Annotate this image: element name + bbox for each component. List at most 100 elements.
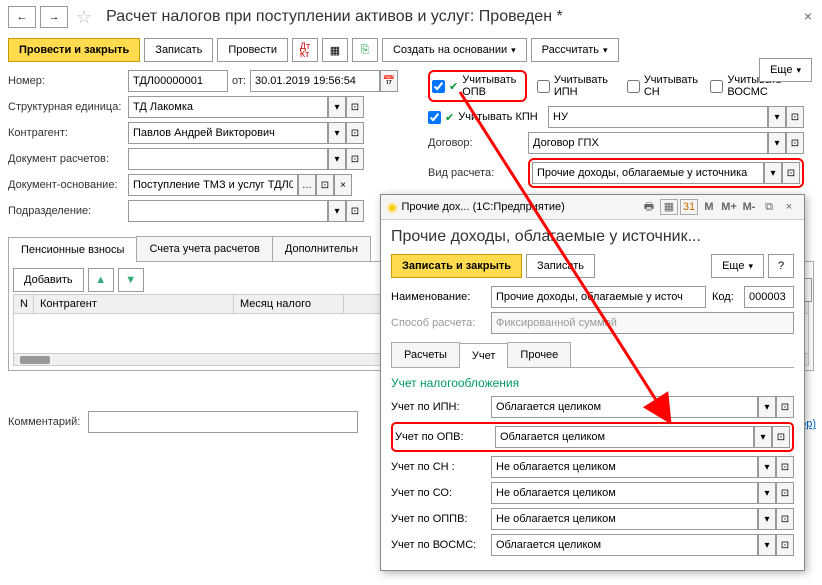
help-icon[interactable]: ? <box>768 254 794 278</box>
contract-label: Договор: <box>428 137 528 149</box>
row-so-select[interactable]: ▾ <box>758 482 776 504</box>
m-minus-icon[interactable]: M- <box>740 199 758 215</box>
checkbox-sn[interactable]: Учитывать СН <box>627 74 701 98</box>
comment-field[interactable] <box>88 411 358 433</box>
counterparty-field[interactable] <box>128 122 328 144</box>
col-counterparty: Контрагент <box>34 295 234 313</box>
forward-button[interactable]: → <box>40 6 68 28</box>
modal-more-button[interactable]: Еще <box>711 254 764 278</box>
doccalc-open-icon[interactable]: ⊡ <box>346 148 364 170</box>
close-icon[interactable]: × <box>804 8 812 24</box>
row-sn-field[interactable] <box>491 456 758 478</box>
row-vosms-field[interactable] <box>491 534 758 556</box>
date-picker-icon[interactable]: 📅 <box>380 70 398 92</box>
popout-icon[interactable]: ⧉ <box>760 199 778 215</box>
favorite-icon[interactable]: ☆ <box>76 7 92 28</box>
back-button[interactable]: ← <box>8 6 36 28</box>
row-vosms-open[interactable]: ⊡ <box>776 534 794 556</box>
row-opv-open[interactable]: ⊡ <box>772 426 790 448</box>
write-button[interactable]: Записать <box>144 38 213 62</box>
post-button[interactable]: Провести <box>217 38 288 62</box>
docbase-field[interactable] <box>128 174 298 196</box>
m-icon[interactable]: M <box>700 199 718 215</box>
docbase-clear-icon[interactable]: × <box>334 174 352 196</box>
kpn-select-icon[interactable]: ▾ <box>768 106 786 128</box>
modal-write-button[interactable]: Записать <box>526 254 595 278</box>
up-icon[interactable]: ▲ <box>88 268 114 292</box>
calctype-open-icon[interactable]: ⊡ <box>782 162 800 184</box>
modal-write-close-button[interactable]: Записать и закрыть <box>391 254 522 278</box>
modal-tab-other[interactable]: Прочее <box>507 342 571 367</box>
more-button[interactable]: Еще <box>759 58 812 82</box>
row-oppv-field[interactable] <box>491 508 758 530</box>
contract-field[interactable] <box>528 132 768 154</box>
row-sn-select[interactable]: ▾ <box>758 456 776 478</box>
doccalc-select-icon[interactable]: ▾ <box>328 148 346 170</box>
code-field[interactable] <box>744 286 794 308</box>
row-opv-field[interactable] <box>495 426 754 448</box>
date-icon[interactable]: 31 <box>680 199 698 215</box>
subdiv-open-icon[interactable]: ⊡ <box>346 200 364 222</box>
modal-window-title: Прочие дох... (1С:Предприятие) <box>401 201 564 213</box>
row-oppv-select[interactable]: ▾ <box>758 508 776 530</box>
subdiv-select-icon[interactable]: ▾ <box>328 200 346 222</box>
calctype-select-icon[interactable]: ▾ <box>764 162 782 184</box>
checkbox-kpn[interactable]: ✔Учитывать КПН <box>428 111 548 124</box>
dtkt-icon[interactable]: ДтКт <box>292 38 318 62</box>
unit-open-icon[interactable]: ⊡ <box>346 96 364 118</box>
struct-icon[interactable]: ▦ <box>322 38 348 62</box>
unit-field[interactable] <box>128 96 328 118</box>
modal-close-icon[interactable]: × <box>780 199 798 215</box>
date-field[interactable] <box>250 70 380 92</box>
down-icon[interactable]: ▼ <box>118 268 144 292</box>
unit-label: Структурная единица: <box>8 101 128 113</box>
counterparty-select-icon[interactable]: ▾ <box>328 122 346 144</box>
calctype-label: Вид расчета: <box>428 167 528 179</box>
modal-tab-acct[interactable]: Учет <box>459 343 509 368</box>
doccalc-label: Документ расчетов: <box>8 153 128 165</box>
row-ipn-field[interactable] <box>491 396 758 418</box>
method-label: Способ расчета: <box>391 317 491 329</box>
code-label: Код: <box>712 291 744 303</box>
contract-open-icon[interactable]: ⊡ <box>786 132 804 154</box>
modal-tab-calc[interactable]: Расчеты <box>391 342 460 367</box>
row-sn-open[interactable]: ⊡ <box>776 456 794 478</box>
print-icon[interactable]: 🖶 <box>640 199 658 215</box>
row-so-label: Учет по СО: <box>391 487 491 499</box>
docbase-label: Документ-основание: <box>8 179 128 191</box>
checkbox-ipn[interactable]: Учитывать ИПН <box>537 74 617 98</box>
row-vosms-select[interactable]: ▾ <box>758 534 776 556</box>
tab-pension[interactable]: Пенсионные взносы <box>8 237 137 262</box>
m-plus-icon[interactable]: M+ <box>720 199 738 215</box>
post-close-button[interactable]: Провести и закрыть <box>8 38 140 62</box>
row-opv-select[interactable]: ▾ <box>754 426 772 448</box>
checkbox-opv[interactable]: ✔Учитывать ОПВ <box>432 74 523 98</box>
calc-button[interactable]: Рассчитать <box>531 38 619 62</box>
doccalc-field[interactable] <box>128 148 328 170</box>
row-so-open[interactable]: ⊡ <box>776 482 794 504</box>
kpn-field[interactable] <box>548 106 768 128</box>
counterparty-open-icon[interactable]: ⊡ <box>346 122 364 144</box>
docbase-open-icon[interactable]: ⊡ <box>316 174 334 196</box>
calctype-field[interactable] <box>532 162 764 184</box>
link-icon[interactable]: ⎘ <box>352 38 378 62</box>
number-field[interactable] <box>128 70 228 92</box>
contract-select-icon[interactable]: ▾ <box>768 132 786 154</box>
kpn-open-icon[interactable]: ⊡ <box>786 106 804 128</box>
calc-icon[interactable]: ▦ <box>660 199 678 215</box>
row-so-field[interactable] <box>491 482 758 504</box>
subdiv-field[interactable] <box>128 200 328 222</box>
unit-select-icon[interactable]: ▾ <box>328 96 346 118</box>
row-ipn-open[interactable]: ⊡ <box>776 396 794 418</box>
row-oppv-open[interactable]: ⊡ <box>776 508 794 530</box>
app-logo-icon: ◉ <box>387 200 397 214</box>
row-ipn-select[interactable]: ▾ <box>758 396 776 418</box>
tab-accounts[interactable]: Счета учета расчетов <box>136 236 272 261</box>
docbase-ellipsis-icon[interactable]: … <box>298 174 316 196</box>
name-field[interactable] <box>491 286 706 308</box>
create-based-button[interactable]: Создать на основании <box>382 38 527 62</box>
add-button[interactable]: Добавить <box>13 268 84 292</box>
row-sn-label: Учет по СН : <box>391 461 491 473</box>
comment-label: Комментарий: <box>8 416 88 428</box>
tab-additional[interactable]: Дополнительн <box>272 236 371 261</box>
